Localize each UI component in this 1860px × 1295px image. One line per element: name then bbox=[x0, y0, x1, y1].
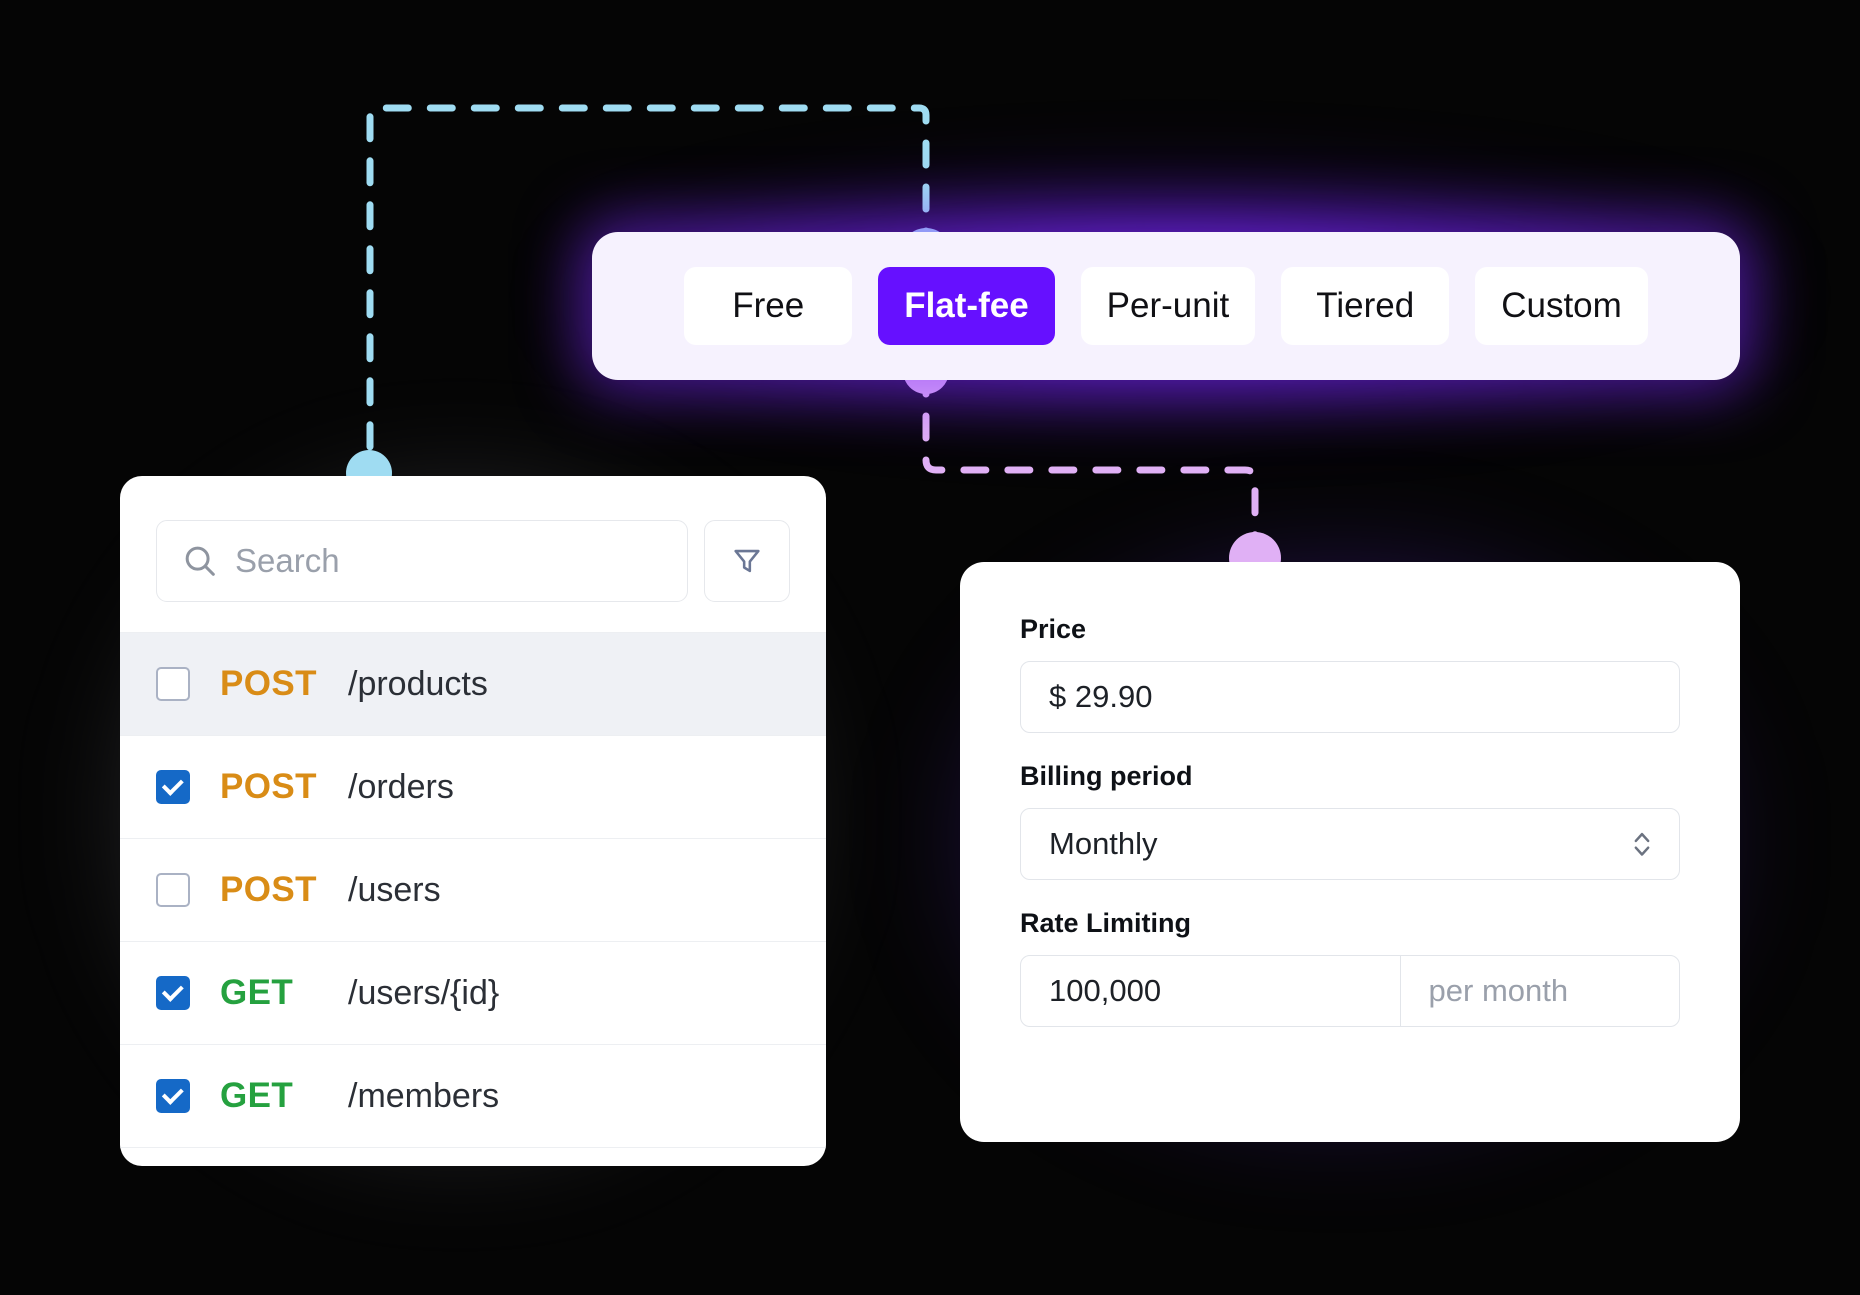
row-checkbox[interactable] bbox=[156, 770, 190, 804]
endpoints-panel: Search POST /products POST /orders POST … bbox=[120, 476, 826, 1166]
price-label: Price bbox=[1020, 614, 1087, 644]
chevron-updown-icon bbox=[1634, 832, 1650, 856]
endpoint-path: /products bbox=[348, 664, 488, 703]
rate-limiting-input-group: 100,000 per month bbox=[1020, 955, 1680, 1027]
search-row: Search bbox=[120, 476, 826, 632]
price-field-group: Price $ 29.90 bbox=[1020, 614, 1680, 733]
rate-limit-amount-input[interactable]: 100,000 bbox=[1021, 956, 1401, 1026]
billing-period-select[interactable]: Monthly bbox=[1020, 808, 1680, 880]
tab-flat-fee[interactable]: Flat-fee bbox=[878, 267, 1055, 345]
endpoint-path: /users bbox=[348, 870, 441, 909]
pricing-form: Price $ 29.90 Billing period Monthly Rat… bbox=[960, 562, 1740, 1142]
row-checkbox[interactable] bbox=[156, 873, 190, 907]
tab-tiered[interactable]: Tiered bbox=[1281, 267, 1450, 345]
search-placeholder: Search bbox=[235, 542, 340, 579]
pricing-model-tabbar: Free Flat-fee Per-unit Tiered Custom bbox=[592, 232, 1740, 380]
rate-limiting-field-group: Rate Limiting 100,000 per month bbox=[1020, 908, 1680, 1027]
filter-button[interactable] bbox=[704, 520, 790, 602]
http-method-label: POST bbox=[220, 767, 317, 806]
row-checkbox[interactable] bbox=[156, 1079, 190, 1113]
endpoint-path: /members bbox=[348, 1076, 500, 1115]
billing-period-value: Monthly bbox=[1049, 826, 1158, 861]
http-method-label: GET bbox=[220, 1076, 294, 1115]
table-row[interactable]: POST /products bbox=[120, 633, 826, 736]
tab-custom[interactable]: Custom bbox=[1475, 267, 1648, 345]
pink-connector-path bbox=[922, 368, 1259, 560]
table-row[interactable]: POST /orders bbox=[120, 736, 826, 839]
price-input[interactable]: $ 29.90 bbox=[1020, 661, 1680, 733]
endpoint-path: /orders bbox=[348, 767, 454, 806]
http-method-label: GET bbox=[220, 973, 294, 1012]
table-row[interactable]: POST /users bbox=[120, 839, 826, 942]
table-row[interactable]: GET /users/{id} bbox=[120, 942, 826, 1045]
endpoint-list: POST /products POST /orders POST /users … bbox=[120, 632, 826, 1148]
filter-icon bbox=[734, 549, 760, 573]
billing-period-label: Billing period bbox=[1020, 761, 1193, 791]
tab-per-unit[interactable]: Per-unit bbox=[1080, 267, 1256, 345]
billing-period-field-group: Billing period Monthly bbox=[1020, 761, 1680, 880]
search-input[interactable]: Search bbox=[156, 520, 688, 602]
http-method-label: POST bbox=[220, 664, 317, 703]
http-method-label: POST bbox=[220, 870, 317, 909]
row-checkbox[interactable] bbox=[156, 667, 190, 701]
search-icon bbox=[185, 546, 215, 576]
row-checkbox[interactable] bbox=[156, 976, 190, 1010]
endpoint-path: /users/{id} bbox=[348, 973, 500, 1012]
tab-free[interactable]: Free bbox=[684, 267, 853, 345]
rate-limiting-label: Rate Limiting bbox=[1020, 908, 1192, 938]
canvas: Free Flat-fee Per-unit Tiered Custom Sea… bbox=[0, 0, 1860, 1295]
table-row[interactable]: GET /members bbox=[120, 1045, 826, 1148]
rate-limit-unit-input[interactable]: per month bbox=[1401, 956, 1679, 1026]
